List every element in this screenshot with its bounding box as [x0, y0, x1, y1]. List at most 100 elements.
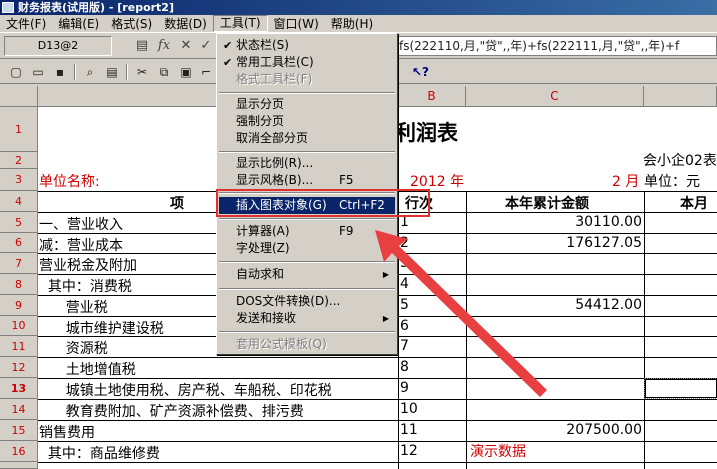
menu-separator [219, 331, 395, 333]
row-header[interactable]: 2 [0, 152, 38, 169]
row-number: 6 [400, 318, 409, 334]
new-file-icon[interactable]: ▢ [8, 64, 24, 80]
row-number: 11 [400, 422, 418, 438]
row-item: 城镇土地使用税、房产税、车船税、印花税 [39, 383, 332, 399]
row-number: 2 [400, 235, 409, 251]
menu-item-force-pagination[interactable]: 强制分页 [219, 113, 395, 130]
checkmark-icon: ✔ [223, 39, 233, 52]
row-header[interactable]: 4 [0, 191, 38, 212]
row-number: 5 [400, 297, 409, 313]
menu-item-auto-sum[interactable]: 自动求和 ▶ [219, 266, 395, 283]
row-header[interactable]: 6 [0, 233, 38, 253]
window-title: 财务报表(试用版) - [report2] [18, 1, 174, 14]
selected-cell[interactable] [644, 378, 717, 399]
menu-item-cancel-all-pagination[interactable]: 取消全部分页 [219, 130, 395, 147]
column-header-b[interactable]: B [398, 86, 466, 107]
row-header[interactable]: 16 [0, 441, 38, 462]
menu-item-format-toolbar: 格式工具栏(F) [219, 71, 395, 88]
menu-separator [219, 92, 395, 94]
row-item: 其中：商品维修费 [39, 446, 160, 462]
row-item: 城市维护建设税 [39, 321, 164, 337]
row-number: 8 [400, 359, 409, 375]
menu-item-label: 显示比例(R)... [236, 156, 314, 170]
menu-window[interactable]: 窗口(W) [268, 15, 325, 33]
menu-format[interactable]: 格式(S) [105, 15, 158, 33]
menu-item-standard-toolbar[interactable]: ✔ 常用工具栏(C) [219, 54, 395, 71]
menu-item-zoom-ratio[interactable]: 显示比例(R)... [219, 155, 395, 172]
menu-item-label: 显示风格(B)... [236, 173, 314, 187]
menu-item-label: 状态栏(S) [236, 38, 289, 52]
row-header[interactable]: 14 [0, 399, 38, 420]
menu-separator [219, 261, 395, 263]
row-item: 营业税金及附加 [39, 258, 137, 274]
copy-icon[interactable]: ⧉ [156, 64, 172, 80]
row-header[interactable]: 1 [0, 107, 38, 152]
help-pointer-icon[interactable]: ↖? [412, 64, 429, 80]
row-header[interactable]: 8 [0, 274, 38, 295]
edit-formula-icon[interactable]: ▤ [134, 38, 150, 54]
menu-item-shortcut: F5 [339, 173, 354, 187]
menu-item-label: 常用工具栏(C) [236, 55, 314, 69]
row-ytd-value: 207500.00 [566, 422, 642, 438]
formula-input[interactable]: fs(222110,月,"贷",,年)+fs(222111,月,"贷",,年)+… [398, 36, 717, 56]
annotation-highlight-box [216, 189, 430, 217]
demo-data-note: 演示数据 [470, 444, 526, 460]
row-header[interactable]: 13 [0, 378, 38, 399]
row-item: 营业税 [39, 300, 108, 316]
submenu-arrow-icon: ▶ [382, 270, 389, 279]
paste-icon[interactable]: ▣ [178, 64, 194, 80]
sheet-corner[interactable] [0, 86, 38, 107]
row-header[interactable]: 15 [0, 420, 38, 441]
row-header[interactable]: 5 [0, 212, 38, 233]
menu-item-word-processing[interactable]: 字处理(Z) [219, 240, 395, 257]
row-header[interactable]: 10 [0, 316, 38, 336]
cancel-icon[interactable]: ✕ [178, 38, 194, 54]
checkmark-icon: ✔ [223, 56, 233, 69]
row-item: 土地增值税 [39, 362, 136, 378]
format-painter-icon[interactable]: ⌐ [198, 64, 214, 80]
menu-item-send-receive[interactable]: 发送和接收 ▶ [219, 310, 395, 327]
row-header[interactable]: 7 [0, 253, 38, 274]
row-number: 3 [400, 255, 409, 271]
grid-line [38, 357, 717, 358]
menu-item-shortcut: F9 [339, 224, 354, 238]
function-icon[interactable]: fx [156, 38, 172, 54]
cell-reference-box[interactable]: D13@2 [4, 36, 112, 56]
row-header[interactable]: 11 [0, 336, 38, 357]
menu-item-label: DOS文件转换(D)... [236, 294, 341, 308]
menu-item-status-bar[interactable]: ✔ 状态栏(S) [219, 37, 395, 54]
save-icon[interactable]: ▪ [52, 64, 68, 80]
menu-item-show-pagination[interactable]: 显示分页 [219, 96, 395, 113]
grid-line [38, 441, 717, 442]
print-preview-icon[interactable]: ⌕ [82, 64, 98, 80]
menu-data[interactable]: 数据(D) [158, 15, 213, 33]
row-number: 9 [400, 380, 409, 396]
menu-edit[interactable]: 编辑(E) [52, 15, 105, 33]
menu-separator [219, 218, 395, 220]
menu-item-dos-file-convert[interactable]: DOS文件转换(D)... [219, 293, 395, 310]
menu-help[interactable]: 帮助(H) [325, 15, 379, 33]
row-header[interactable]: 9 [0, 295, 38, 316]
menu-tools[interactable]: 工具(T) [212, 15, 268, 32]
app-icon [2, 2, 14, 13]
print-icon[interactable]: ▤ [104, 64, 120, 80]
menu-item-apply-formula-template: 套用公式模板(Q) [219, 336, 395, 353]
menu-item-calculator[interactable]: 计算器(A) F9 [219, 223, 395, 240]
cut-icon[interactable]: ✂ [134, 64, 150, 80]
header-ytd-amount: 本年累计金额 [505, 196, 589, 212]
menu-item-label: 套用公式模板(Q) [236, 337, 327, 351]
row-header[interactable] [0, 462, 38, 469]
menu-item-display-style[interactable]: 显示风格(B)... F5 [219, 172, 395, 189]
column-header-d[interactable] [644, 86, 717, 107]
column-header-c[interactable]: C [466, 86, 644, 107]
confirm-icon[interactable]: ✓ [198, 38, 214, 54]
menu-separator [219, 151, 395, 153]
row-item: 教育费附加、矿产资源补偿费、排污费 [39, 404, 304, 420]
open-folder-icon[interactable]: ▭ [30, 64, 46, 80]
menu-item-label: 强制分页 [236, 114, 285, 128]
menu-item-label: 取消全部分页 [236, 131, 309, 145]
menu-file[interactable]: 文件(F) [0, 15, 52, 33]
row-item: 一、营业收入 [39, 217, 123, 233]
row-header[interactable]: 12 [0, 357, 38, 378]
row-header[interactable]: 3 [0, 169, 38, 191]
